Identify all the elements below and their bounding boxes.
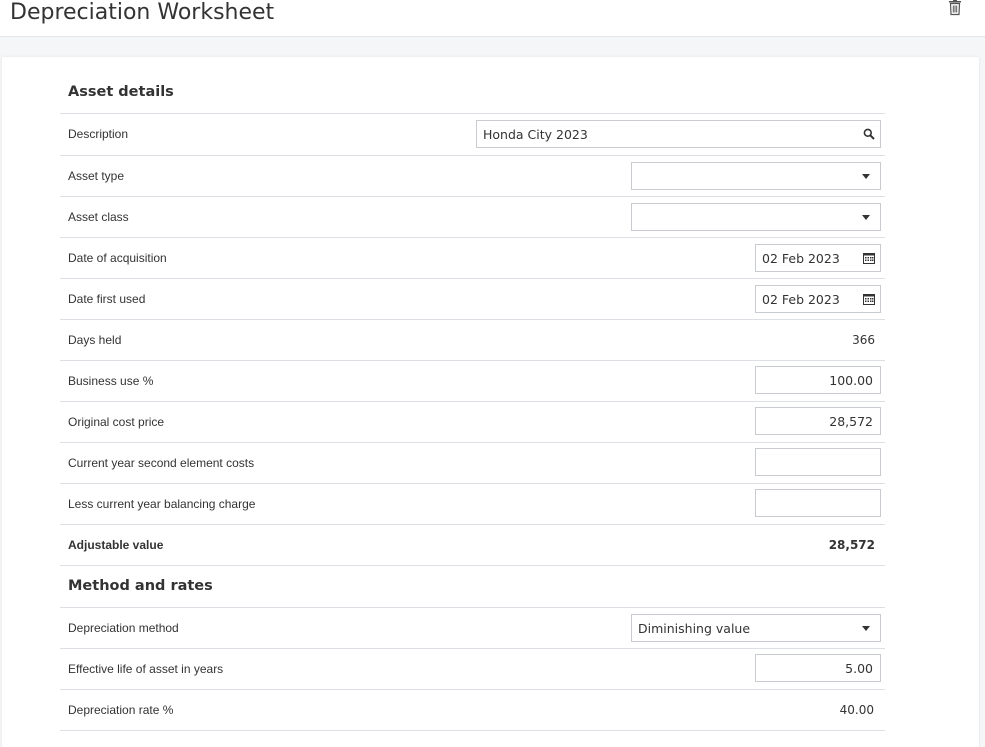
divider xyxy=(60,524,885,525)
caret-down-icon xyxy=(862,174,870,179)
divider xyxy=(60,155,885,156)
divider xyxy=(60,607,885,608)
adjustable-value-label: Adjustable value xyxy=(68,538,164,552)
description-label: Description xyxy=(68,127,129,141)
days-held-label: Days held xyxy=(68,333,122,347)
business-use-label: Business use % xyxy=(68,374,154,388)
original-cost-value: 28,572 xyxy=(829,414,873,429)
adjustable-value: 28,572 xyxy=(828,538,875,552)
date-first-used-value: 02 Feb 2023 xyxy=(762,292,840,307)
description-value: Honda City 2023 xyxy=(483,127,588,142)
second-element-costs-input[interactable] xyxy=(755,448,881,476)
effective-life-input[interactable]: 5.00 xyxy=(755,654,881,682)
divider xyxy=(60,196,885,197)
divider xyxy=(60,565,885,566)
original-cost-label: Original cost price xyxy=(68,415,165,429)
trash-icon[interactable] xyxy=(946,0,964,16)
asset-type-label: Asset type xyxy=(68,169,125,183)
depreciation-method-label: Depreciation method xyxy=(68,621,179,635)
divider xyxy=(60,689,885,690)
date-first-used-label: Date first used xyxy=(68,292,146,306)
asset-type-select[interactable] xyxy=(631,162,881,190)
date-of-acquisition-value: 02 Feb 2023 xyxy=(762,251,840,266)
method-and-rates-heading: Method and rates xyxy=(68,578,213,594)
effective-life-label: Effective life of asset in years xyxy=(68,662,224,676)
divider xyxy=(60,360,885,361)
date-of-acquisition-label: Date of acquisition xyxy=(68,251,167,265)
worksheet-card xyxy=(2,57,979,747)
divider xyxy=(60,113,885,114)
header-bar: Depreciation Worksheet xyxy=(0,0,985,37)
asset-class-select[interactable] xyxy=(631,203,881,231)
divider xyxy=(60,401,885,402)
depreciation-rate-label: Depreciation rate % xyxy=(68,703,174,717)
divider xyxy=(60,648,885,649)
divider xyxy=(60,237,885,238)
days-held-value: 366 xyxy=(852,333,875,347)
depreciation-method-select[interactable]: Diminishing value xyxy=(631,614,881,642)
divider xyxy=(60,442,885,443)
balancing-charge-input[interactable] xyxy=(755,489,881,517)
divider xyxy=(60,278,885,279)
divider xyxy=(60,483,885,484)
depreciation-rate-value: 40.00 xyxy=(839,703,874,717)
business-use-value: 100.00 xyxy=(829,373,873,388)
caret-down-icon xyxy=(862,215,870,220)
asset-details-heading: Asset details xyxy=(68,84,174,100)
calendar-icon[interactable] xyxy=(863,252,875,267)
original-cost-input[interactable]: 28,572 xyxy=(755,407,881,435)
business-use-input[interactable]: 100.00 xyxy=(755,366,881,394)
caret-down-icon xyxy=(862,626,870,631)
effective-life-value: 5.00 xyxy=(845,661,873,676)
divider xyxy=(60,730,885,731)
search-icon[interactable] xyxy=(863,128,875,143)
calendar-icon[interactable] xyxy=(863,293,875,308)
date-of-acquisition-input[interactable]: 02 Feb 2023 xyxy=(755,244,881,272)
divider xyxy=(60,319,885,320)
description-input[interactable]: Honda City 2023 xyxy=(476,120,881,148)
asset-class-label: Asset class xyxy=(68,210,129,224)
page-title: Depreciation Worksheet xyxy=(10,0,275,25)
balancing-charge-label: Less current year balancing charge xyxy=(68,497,256,511)
second-element-costs-label: Current year second element costs xyxy=(68,456,255,470)
date-first-used-input[interactable]: 02 Feb 2023 xyxy=(755,285,881,313)
depreciation-method-value: Diminishing value xyxy=(638,621,751,636)
